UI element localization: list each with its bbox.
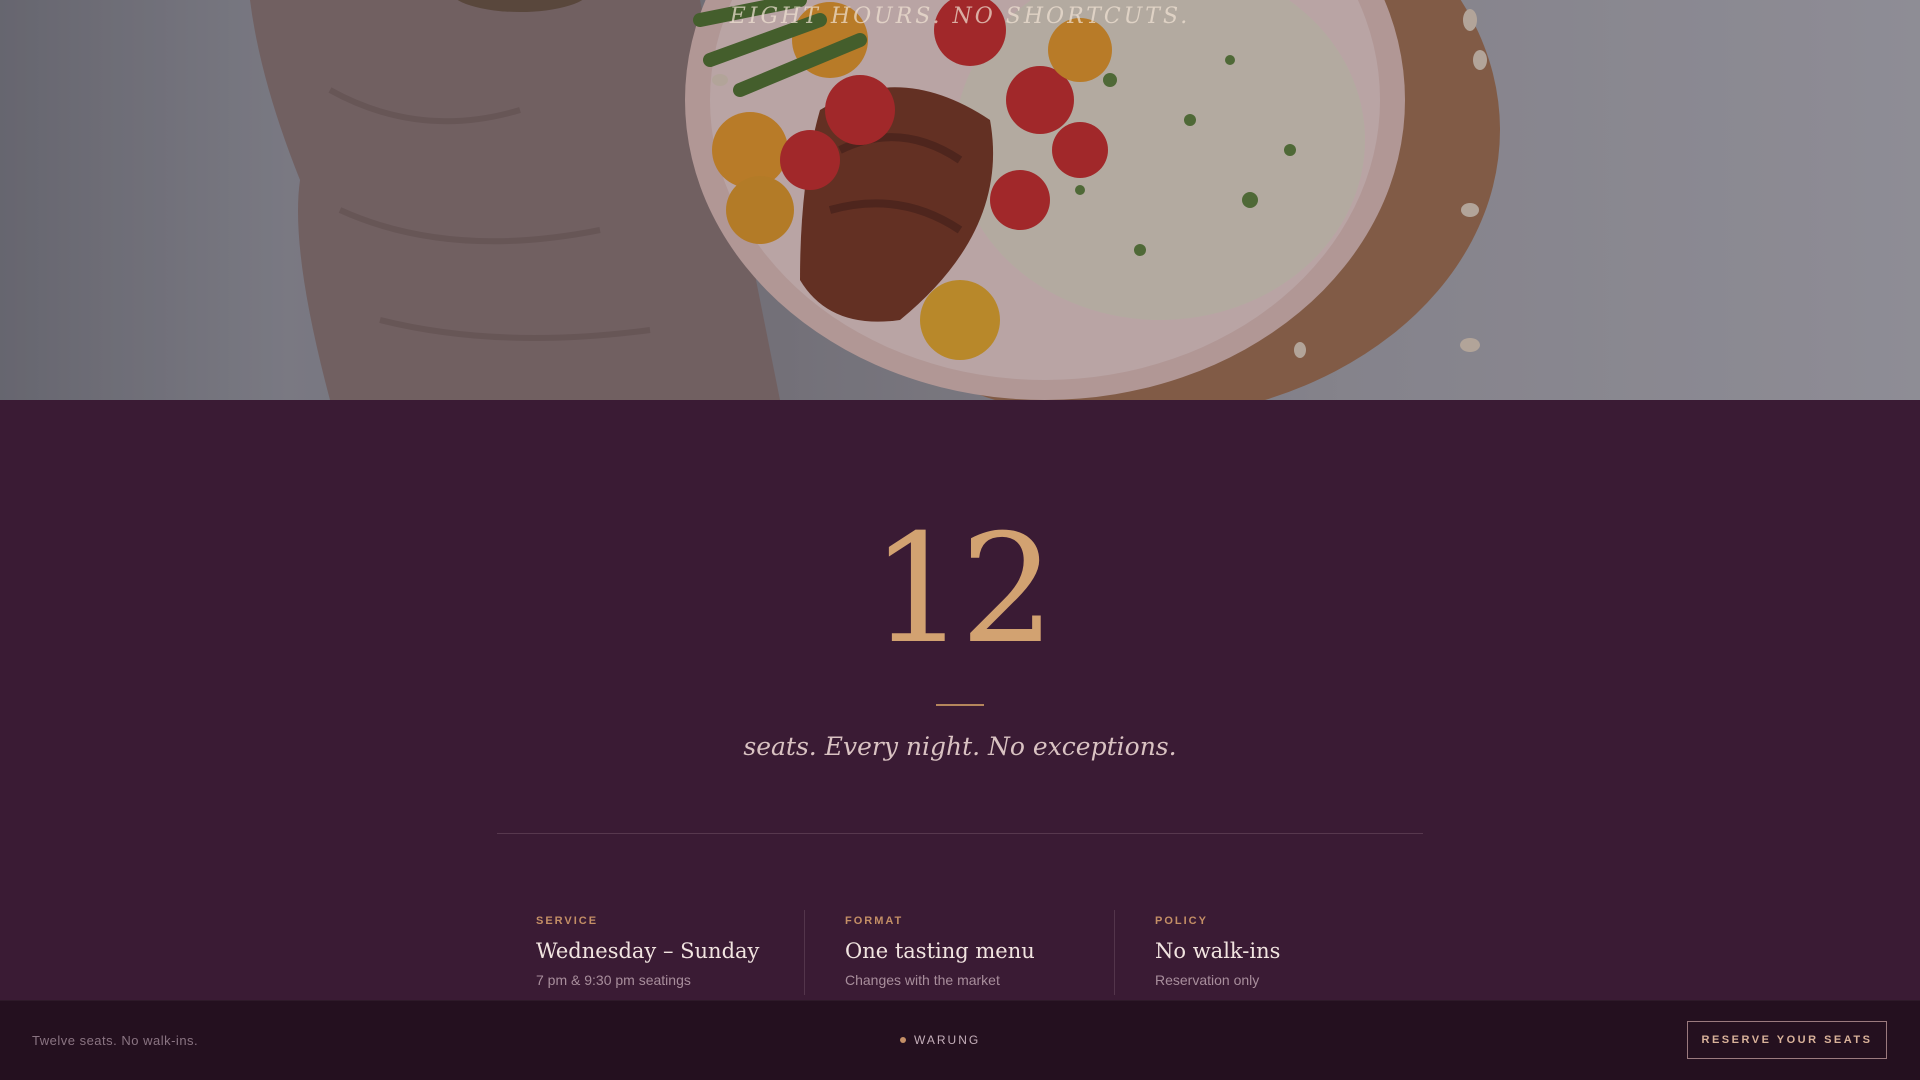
info-title: No walk-ins [1155,939,1281,963]
info-label: FORMAT [845,915,904,927]
footer-brand[interactable]: WARUNG [900,1033,1020,1047]
info-policy: POLICY No walk-ins Reservation only [1114,910,1425,995]
sticky-footer: Twelve seats. No walk-ins. WARUNG RESERV… [0,1000,1920,1080]
hero-tagline: EIGHT HOURS. NO SHORTCUTS. [729,4,1191,29]
info-title: Wednesday – Sunday [536,939,760,963]
info-format: FORMAT One tasting menu Changes with the… [804,910,1115,995]
seat-count: 12 [870,503,1056,677]
seats-section: 12 seats. Every night. No exceptions. SE… [0,400,1920,1000]
section-divider [497,833,1423,834]
info-sub: Changes with the market [845,972,1000,988]
info-service: SERVICE Wednesday – Sunday 7 pm & 9:30 p… [536,915,806,988]
info-label: POLICY [1155,915,1208,927]
reserve-seats-button[interactable]: RESERVE YOUR SEATS [1687,1021,1887,1059]
info-sub: 7 pm & 9:30 pm seatings [536,972,691,988]
dot-icon [900,1037,906,1043]
footer-tagline: Twelve seats. No walk-ins. [32,1033,199,1048]
seats-tagline: seats. Every night. No exceptions. [743,732,1177,761]
info-sub: Reservation only [1155,972,1260,988]
page: EIGHT HOURS. NO SHORTCUTS. 12 seats. Eve… [0,0,1920,1080]
hero-overlay [0,0,1920,400]
brand-name: WARUNG [914,1033,981,1047]
info-title: One tasting menu [845,939,1035,963]
hero-image: EIGHT HOURS. NO SHORTCUTS. [0,0,1920,400]
info-label: SERVICE [536,915,599,927]
short-divider [936,704,984,706]
